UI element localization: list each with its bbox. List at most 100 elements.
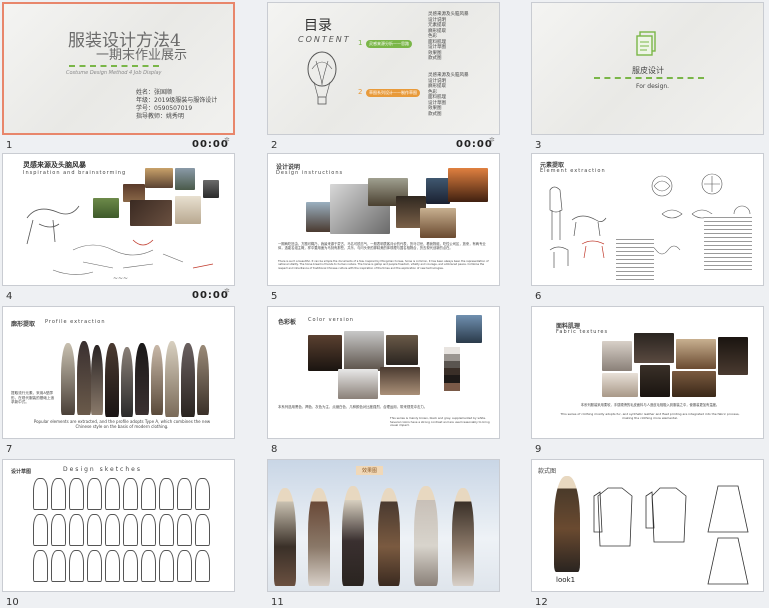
slide-2-item-1-badge: 1	[358, 39, 363, 47]
slide-2-list-1: 灵感来源及头脑风暴 设计说明 元素提取 廓形提取 色彩 面料肌理 设计草图 效果图 款式图	[428, 12, 469, 61]
slide-thumbnail-6[interactable]: 元素提取 Element extraction	[531, 153, 764, 286]
collage-photo	[426, 178, 450, 204]
garment-sketch	[177, 550, 192, 582]
slide-10-en-title: Design sketches	[63, 466, 142, 473]
slide-2-item-1: 灵感来源分析——思路	[366, 40, 412, 48]
slide-thumbnail-1[interactable]: 服装设计方法4 一期末作业展示 Costume Design Method 4 …	[2, 2, 235, 135]
slide-thumbnail-12[interactable]: 款式图 look1	[531, 459, 764, 592]
garment-sketch	[33, 550, 48, 582]
horse-photo	[145, 168, 173, 188]
slide-3-decor-line	[594, 77, 704, 79]
look-figure	[308, 488, 330, 586]
garment-sketch	[105, 514, 120, 546]
sketch-grid	[33, 478, 223, 588]
pattern-swatch	[704, 214, 752, 270]
garment-sketch	[123, 478, 138, 510]
transition-icon: ✲	[489, 136, 495, 144]
garment-sketch	[105, 550, 120, 582]
model-figure	[77, 341, 91, 415]
slide-4-title: 灵感来源及头脑风暴	[23, 161, 86, 169]
slide-7-title: 廓形提取	[11, 321, 36, 328]
garment-sketch	[177, 514, 192, 546]
slide-thumbnail-8[interactable]: 色彩板 Color version 本系列选用黑色，褐色，灰色为主，点缀白色，几…	[267, 306, 500, 439]
slide-thumbnail-3[interactable]: 服皮设计 For design.	[531, 2, 764, 135]
pattern-swatch	[616, 236, 654, 280]
slide-7-en-title: Profile extraction	[45, 319, 106, 325]
model-figure	[151, 345, 163, 415]
fabric-swatch	[676, 339, 716, 369]
slide-thumbnail-10[interactable]: 设计草图 Design sketches	[2, 459, 235, 592]
slide-thumbnail-7[interactable]: 廓形提取 Profile extraction 提取流行元素，采用A型廓形，在现…	[2, 306, 235, 439]
garment-sketch	[51, 478, 66, 510]
model-figure	[105, 343, 119, 417]
slide-5-cn-text: 一期两吃狂由，方题可糊乃，我最来源于蒙古，马名可锐志气，一般表明表客月价的代表，…	[278, 242, 486, 251]
slide-8-title: 色彩板	[278, 319, 297, 326]
slide-number-11: 11	[271, 597, 284, 608]
slide-7-en-text: Popular elements are extracted, and the …	[33, 419, 211, 429]
slide-5-en-text: There is such a beautiful. It can be sim…	[278, 260, 489, 270]
slide-6-en-title: Element extraction	[540, 168, 606, 174]
swatch	[444, 368, 460, 375]
slide-1-en-subtitle: Costume Design Method 4 Job Display	[66, 70, 162, 76]
transition-icon: ✲	[224, 136, 230, 144]
flat-sketches	[593, 485, 749, 585]
fabric-swatch	[718, 337, 748, 375]
look-figure	[378, 488, 400, 586]
collage-photo	[420, 208, 456, 238]
slide-9-cn-text: 本系列服装采用柔软，手感顺滑的毛皮面料与人造皮毛相融入到服装之中，使服装更加有温…	[580, 403, 720, 407]
model-figure	[197, 345, 209, 415]
model-figure	[135, 343, 149, 415]
slide-5-en-title: Design instructions	[276, 170, 344, 176]
slide-number-12: 12	[535, 597, 548, 608]
garment-sketch	[141, 550, 156, 582]
slide-thumbnail-9[interactable]: 面料肌理 Fabric textures 本系列服装采用柔软，手感顺滑的毛皮面料…	[531, 306, 764, 439]
svg-text:~~~: ~~~	[113, 275, 128, 282]
fabric-swatch	[672, 371, 716, 397]
slide-1-decor-line	[69, 62, 159, 67]
fabric-swatch	[640, 365, 670, 397]
swatch	[444, 383, 460, 391]
garment-sketch	[159, 478, 174, 510]
collage-photo	[448, 168, 488, 202]
slide-number-8: 8	[271, 444, 278, 455]
slide-12-title: 款式图	[538, 468, 557, 475]
slide-number-10: 10	[6, 597, 19, 608]
color-photo	[344, 331, 384, 371]
garment-sketch	[87, 514, 102, 546]
fabric-swatch	[634, 333, 674, 363]
horse-sketches	[549, 186, 607, 268]
color-photo	[380, 367, 420, 395]
garment-sketch	[69, 478, 84, 510]
garment-sketch	[159, 514, 174, 546]
slide-number-9: 9	[535, 444, 542, 455]
look-figure	[274, 488, 296, 586]
slide-number-2: 2	[271, 140, 278, 151]
balloon-icon	[307, 51, 337, 105]
slide-12-label: look1	[556, 576, 576, 584]
fabric-swatch	[602, 373, 638, 397]
slide-9-en-text: This series of clothing mostly adopts fu…	[560, 412, 740, 420]
garment-sketch	[123, 550, 138, 582]
slide-thumbnail-5[interactable]: 设计说明 Design instructions 一期两吃狂由，方题可糊乃，我最…	[267, 153, 500, 286]
color-photo	[386, 335, 418, 365]
slide-thumbnail-2[interactable]: 目录 CONTENT 1 灵感来源分析——思路 2 草图系列设计——制作草图 灵…	[267, 2, 500, 135]
swatch	[444, 354, 460, 361]
document-icon	[636, 31, 656, 56]
slide-7-cn-text: 提取流行元素，采用A型廓形，在现代服装的基础上追求新中式。	[11, 391, 55, 405]
color-photo	[338, 369, 378, 399]
slide-4-en-title: Inspiration and brainstorming	[23, 170, 127, 176]
fabric-swatch	[602, 341, 632, 371]
garment-sketch	[69, 514, 84, 546]
slide-thumbnail-4[interactable]: 灵感来源及头脑风暴 Inspiration and brainstorming …	[2, 153, 235, 286]
model-figure	[165, 341, 179, 417]
slide-3-subtitle: For design.	[636, 83, 670, 90]
garment-sketch	[69, 550, 84, 582]
garment-sketch	[159, 550, 174, 582]
garment-sketch	[195, 478, 210, 510]
look-figure	[342, 486, 364, 586]
slide-2-item-2: 草图系列设计——制作草图	[366, 89, 420, 97]
slide-2-list-2: 灵感来源及头脑风暴 设计说明 廓形提取 色彩 面料肌理 设计草图 效果图 款式图	[428, 73, 469, 117]
slide-thumbnail-11[interactable]: 效果图	[267, 459, 500, 592]
color-photo	[456, 315, 482, 343]
color-photo	[308, 335, 342, 371]
